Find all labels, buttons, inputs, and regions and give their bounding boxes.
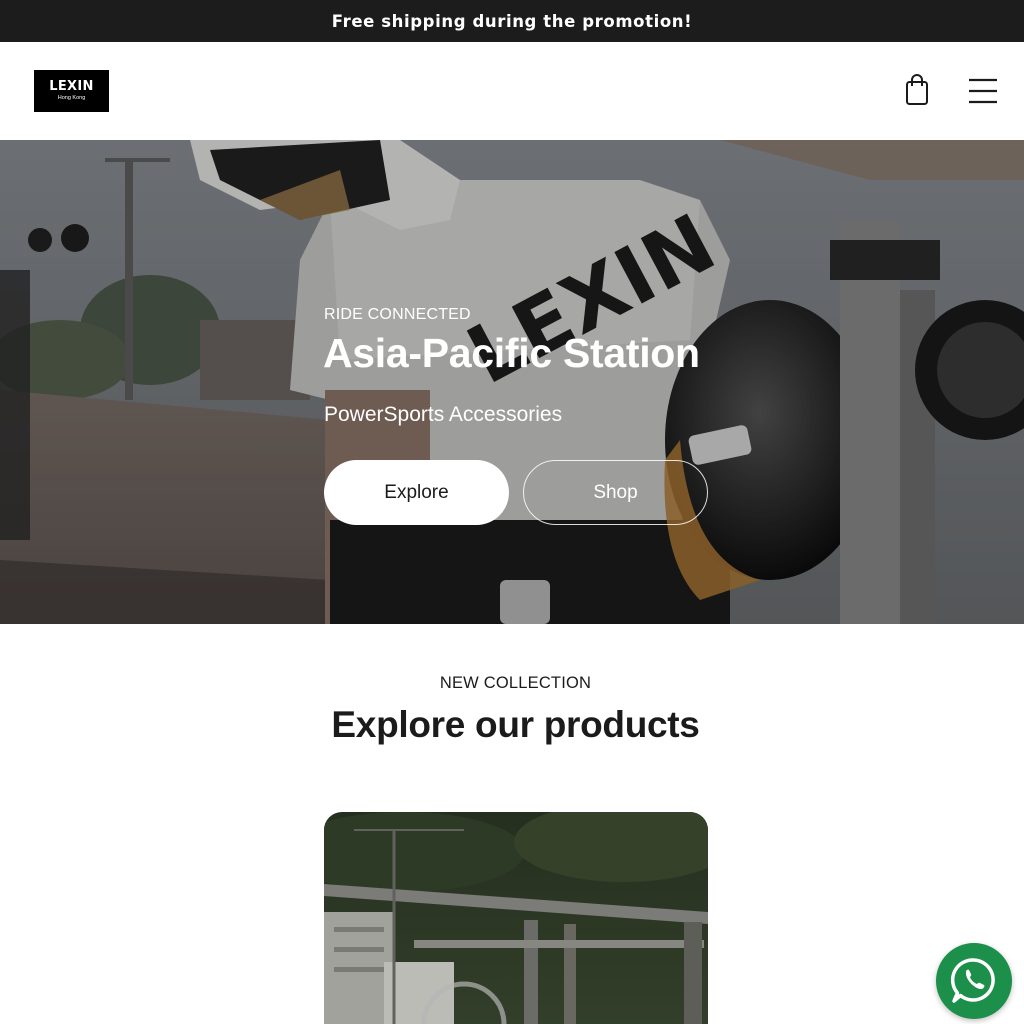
logo-wordmark: LEXIN — [49, 79, 94, 94]
menu-button[interactable] — [962, 74, 1004, 108]
brand-logo[interactable]: LEXIN Hong Kong — [34, 70, 109, 112]
collection-title: Explore our products — [331, 704, 700, 745]
announcement-bar: Free shipping during the promotion! — [0, 0, 1024, 42]
shopping-bag-icon — [906, 74, 928, 105]
shop-button[interactable]: Shop — [523, 460, 708, 525]
announcement-text: Free shipping during the promotion! — [331, 11, 693, 31]
whatsapp-icon — [950, 958, 995, 1003]
cart-button[interactable] — [900, 72, 934, 108]
explore-button[interactable]: Explore — [324, 460, 509, 525]
collection-eyebrow: NEW COLLECTION — [439, 674, 592, 692]
product-image — [324, 812, 708, 1024]
hero-banner: LEXIN — [0, 140, 1024, 624]
site-header: LEXIN Hong Kong — [0, 42, 1024, 140]
product-card[interactable] — [324, 812, 708, 1024]
hamburger-menu-icon — [969, 78, 997, 104]
whatsapp-button[interactable] — [936, 943, 1012, 1019]
hero-background-image: LEXIN — [0, 140, 1024, 624]
logo-location: Hong Kong — [57, 95, 86, 101]
